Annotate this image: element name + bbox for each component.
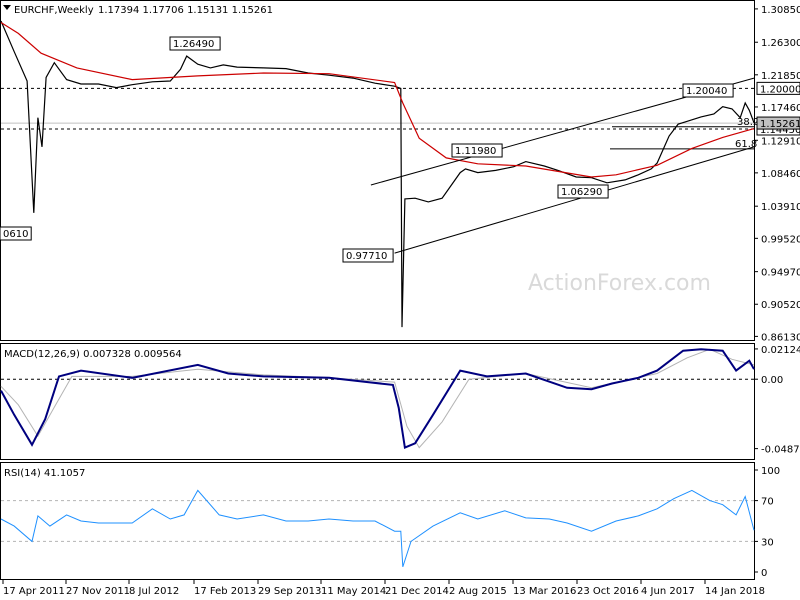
price-y-tick-label: 0.90520: [761, 300, 800, 311]
rsi-series-group: [0, 489, 755, 568]
x-tick-label: 2 Aug 2015: [449, 586, 507, 597]
price-title: EURCHF,Weekly: [14, 5, 94, 16]
x-tick-label: 23 Oct 2016: [577, 586, 639, 597]
rsi-levels: [1, 500, 754, 542]
chart-root: ActionForex.com 38.261.8 1.264901.200401…: [0, 0, 800, 597]
macd-signal-line: [0, 348, 755, 449]
price-annotation-label: 1.06290: [561, 187, 602, 198]
macd-title: MACD(12,26,9) 0.007328 0.009564: [4, 349, 182, 360]
price-y-tick-label: 1.08460: [761, 169, 800, 180]
macd-y-axis: 0.021242 0.00 -0.048716: [754, 345, 800, 456]
price-y-tick-label: 0.94970: [761, 268, 800, 279]
price-annotation-label: 0610: [3, 229, 28, 240]
price-levels: 38.261.8: [1, 87, 759, 150]
rsi-y-tick-label: 0: [761, 568, 767, 579]
x-tick-label: 14 Jan 2018: [705, 586, 765, 597]
x-tick-label: 11 May 2014: [321, 586, 386, 597]
price-annotation-label: 1.11980: [455, 146, 496, 157]
chevron-down-icon: [3, 5, 11, 10]
moving-average-line: [0, 21, 755, 178]
rsi-y-axis: 100 70 30 0: [754, 466, 780, 579]
macd-panel-frame: [0, 343, 755, 460]
price-annotation-label: 0.97710: [346, 251, 387, 262]
rsi-y-tick-label: 70: [761, 497, 774, 508]
rsi-panel-frame: [0, 462, 755, 580]
rsi-title: RSI(14) 41.1057: [4, 468, 85, 479]
x-tick-label: 17 Apr 2011: [3, 586, 65, 597]
price-y-tick-label: 0.99520: [761, 234, 800, 245]
price-ohlc: 1.17394 1.17706 1.15131 1.15261: [98, 5, 273, 16]
x-axis: 17 Apr 2011 27 Nov 20118 Jul 2012 17 Feb 2…: [2, 580, 765, 597]
price-annotations: 1.26490 1.20040 1.11980 1.06290 0.97710 0610: [0, 36, 734, 263]
watermark: ActionForex.com: [528, 271, 711, 296]
x-tick-label: 8 Jul 2012: [129, 586, 179, 597]
level-price-label: 1.20000: [760, 84, 800, 95]
rsi-y-tick-label: 100: [761, 466, 780, 477]
price-y-axis: 1.200001.144501.152611.308501.263001.218…: [754, 5, 800, 343]
x-tick-label: 4 Jun 2017: [641, 586, 695, 597]
macd-y-tick-label: -0.048716: [761, 445, 800, 456]
x-tick-label: 17 Feb 2013: [194, 586, 256, 597]
price-y-tick-label: 1.21850: [761, 71, 800, 82]
macd-y-tick-label: 0.00: [761, 375, 783, 386]
price-y-tick-label: 1.12910: [761, 136, 800, 147]
price-y-tick-label: 1.03910: [761, 202, 800, 213]
x-tick-label: 21 Dec 2014: [385, 586, 449, 597]
level-price-label: 1.15261: [760, 119, 800, 130]
price-y-tick-label: 1.30850: [761, 5, 800, 16]
rsi-y-tick-label: 30: [761, 537, 774, 548]
rsi-line: [0, 489, 755, 568]
retracement-label: 61.8: [735, 139, 757, 150]
x-tick-label: 13 Mar 2016: [513, 586, 576, 597]
price-annotation-label: 1.20040: [686, 86, 727, 97]
price-annotation-label: 1.26490: [173, 39, 214, 50]
price-y-tick-label: 1.26300: [761, 38, 800, 49]
macd-series-group: [0, 348, 755, 450]
x-tick-label: 29 Sep 2013: [258, 586, 321, 597]
macd-main-line: [0, 348, 755, 450]
price-y-tick-label: 0.86130: [761, 332, 800, 343]
price-y-tick-label: 1.17460: [761, 103, 800, 114]
macd-y-tick-label: 0.021242: [761, 345, 800, 356]
x-tick-label: 27 Nov 2011: [66, 586, 130, 597]
